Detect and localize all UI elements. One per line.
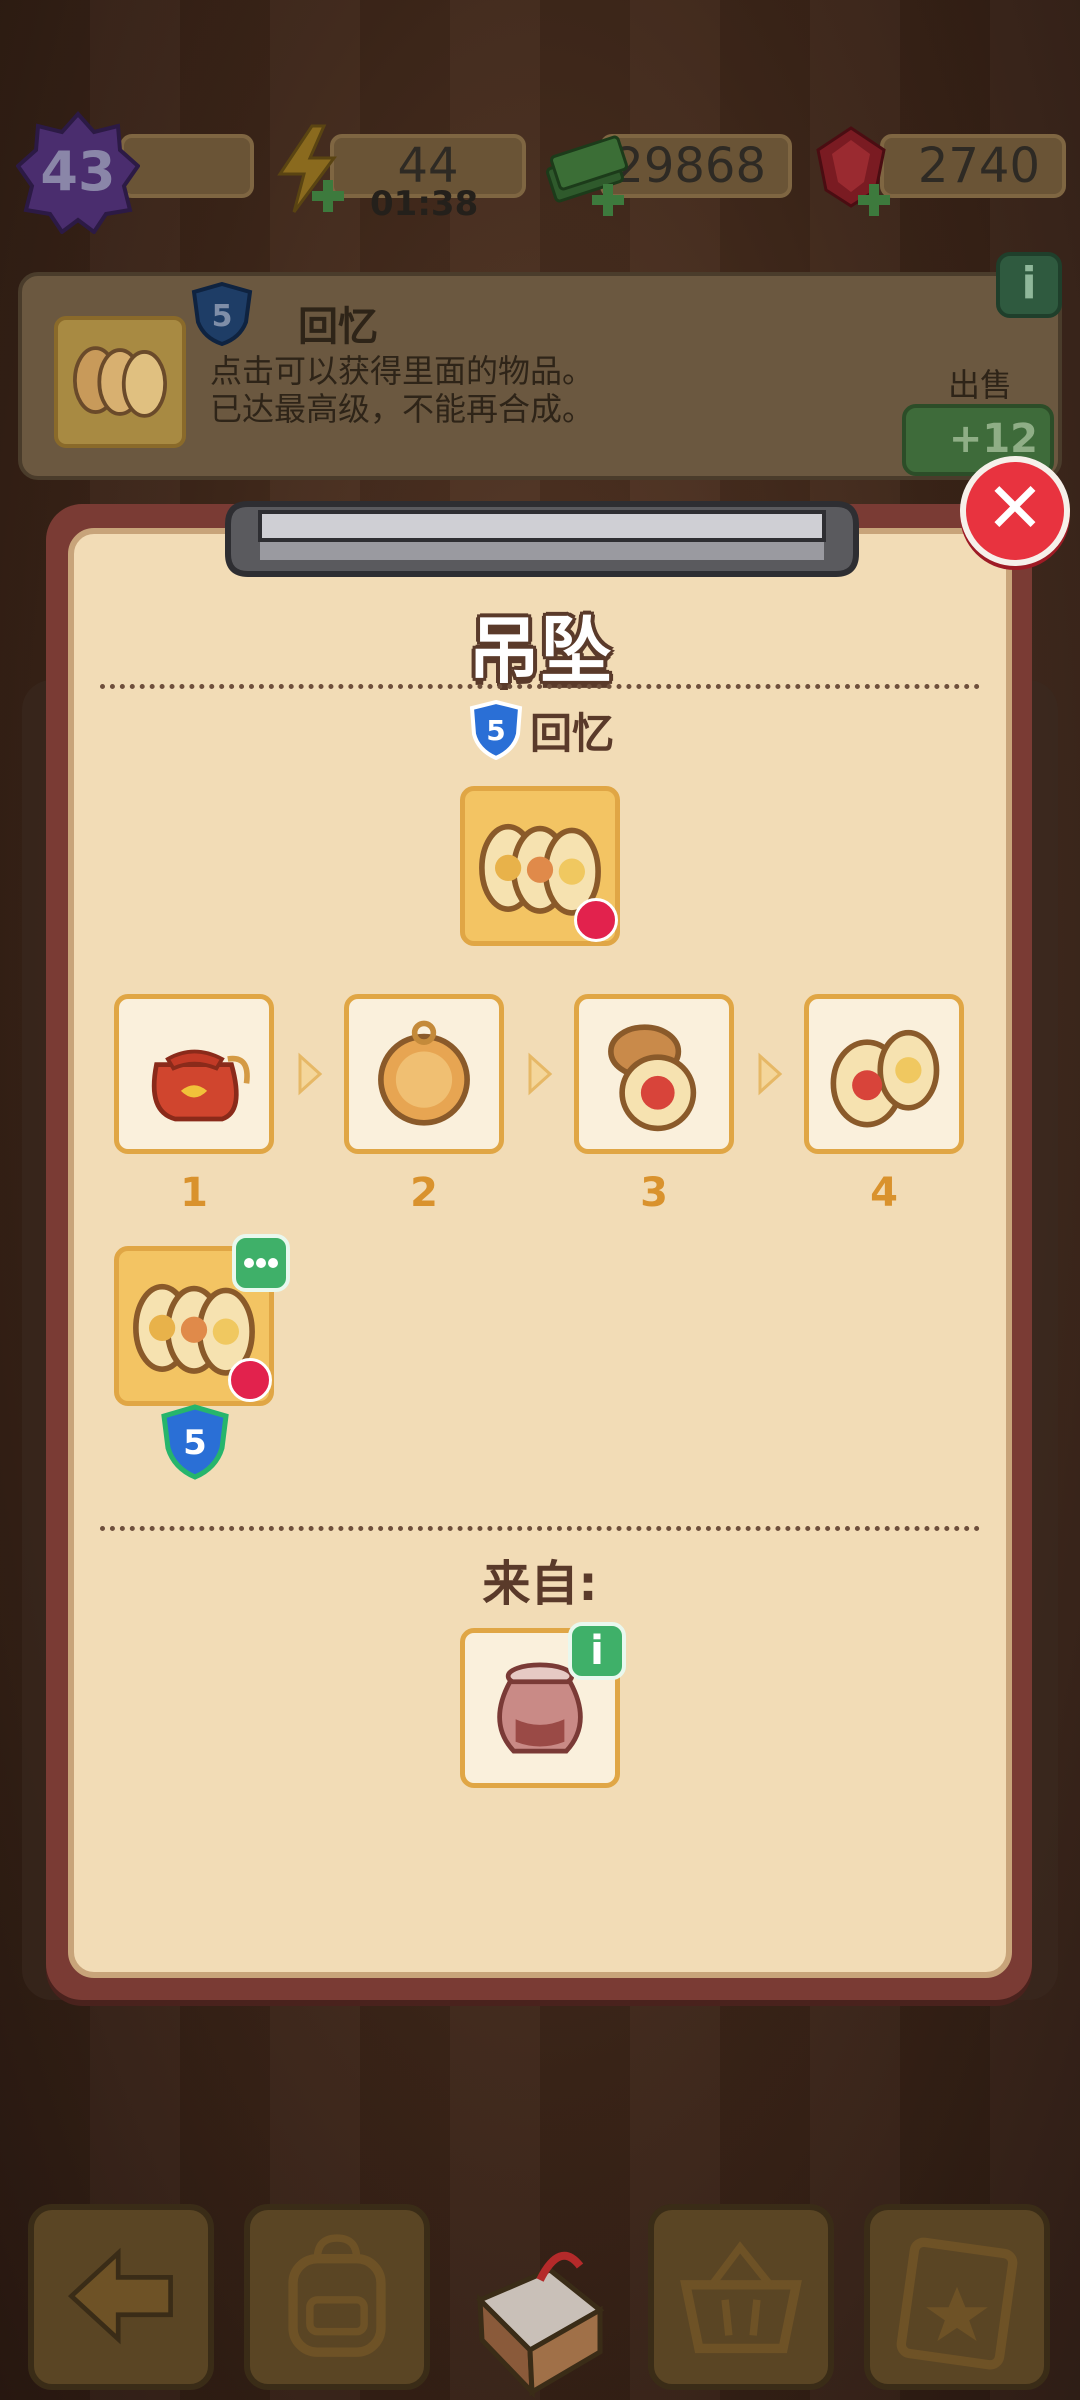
closed-locket-icon	[378, 1020, 470, 1126]
add-cash-icon[interactable]	[590, 182, 626, 218]
gift-box-icon[interactable]	[450, 2220, 630, 2400]
description-line-1: 点击可以获得里面的物品。	[210, 352, 595, 390]
source-label: 来自:	[482, 1556, 598, 1612]
source-info-button[interactable]: i	[568, 1622, 626, 1680]
clipboard-clip-icon	[225, 501, 859, 577]
open-locket-icon	[608, 1024, 697, 1132]
series-level-number: 5	[486, 714, 505, 747]
close-button[interactable]: ✕	[960, 456, 1070, 566]
shop-basket-button[interactable]	[648, 2204, 834, 2390]
more-options-icon[interactable]	[232, 1234, 290, 1292]
gem-counter[interactable]: 2740	[880, 134, 1066, 198]
series-level-shield-icon: 5	[469, 700, 523, 760]
resource-bar: 43 44 01:38 29868 2740	[0, 110, 1080, 235]
double-locket-icon	[830, 1029, 940, 1128]
clipboard-star-icon	[896, 2237, 1018, 2370]
chain-step-4-tile[interactable]	[804, 994, 964, 1154]
divider-top	[100, 684, 980, 689]
step-arrow-icon	[528, 1052, 553, 1096]
selected-item-description: 点击可以获得里面的物品。 已达最高级，不能再合成。	[210, 352, 594, 428]
level-progress-bar[interactable]	[120, 134, 254, 198]
back-button[interactable]	[28, 2204, 214, 2390]
step-arrow-icon	[758, 1052, 783, 1096]
step-arrow-icon	[298, 1052, 323, 1096]
sell-label: 出售	[948, 366, 1013, 404]
memory-locket-icon	[73, 346, 167, 418]
player-level: 43	[40, 140, 116, 203]
item-info-button[interactable]: i	[996, 252, 1062, 318]
step-4-label: 4	[870, 1170, 898, 1216]
series-name: 回忆	[530, 709, 615, 758]
selected-item-name: 回忆	[298, 304, 378, 350]
item-level-shield-icon: 5	[191, 282, 253, 346]
basket-icon	[680, 2241, 802, 2354]
chain-step-1-tile[interactable]	[114, 994, 274, 1154]
add-gems-icon[interactable]	[856, 182, 892, 218]
backpack-button[interactable]	[244, 2204, 430, 2390]
final-level-number: 5	[183, 1423, 207, 1463]
backpack-icon	[288, 2234, 386, 2357]
divider-bottom	[100, 1526, 980, 1531]
crown-icon	[574, 898, 618, 942]
step-1-label: 1	[180, 1170, 208, 1216]
selected-item-thumbnail	[54, 316, 186, 448]
description-line-2: 已达最高级，不能再合成。	[210, 390, 595, 428]
item-info-strip: 回忆 点击可以获得里面的物品。 已达最高级，不能再合成。 出售 +12	[18, 272, 1062, 480]
step-3-label: 3	[640, 1170, 668, 1216]
step-2-label: 2	[410, 1170, 438, 1216]
crown-icon	[228, 1358, 272, 1402]
chain-step-3-tile[interactable]	[574, 994, 734, 1154]
tasks-clipboard-button[interactable]	[864, 2204, 1050, 2390]
arrow-left-icon	[67, 2247, 173, 2345]
final-level-shield-icon: 5	[161, 1404, 229, 1480]
red-pouch-icon	[151, 1049, 250, 1122]
add-energy-icon[interactable]	[310, 178, 346, 214]
energy-timer: 01:38	[370, 184, 479, 224]
sell-value: +12	[948, 416, 1038, 462]
dialog-title: 吊坠	[467, 609, 612, 693]
chain-step-2-tile[interactable]	[344, 994, 504, 1154]
item-level-number: 5	[212, 299, 233, 334]
